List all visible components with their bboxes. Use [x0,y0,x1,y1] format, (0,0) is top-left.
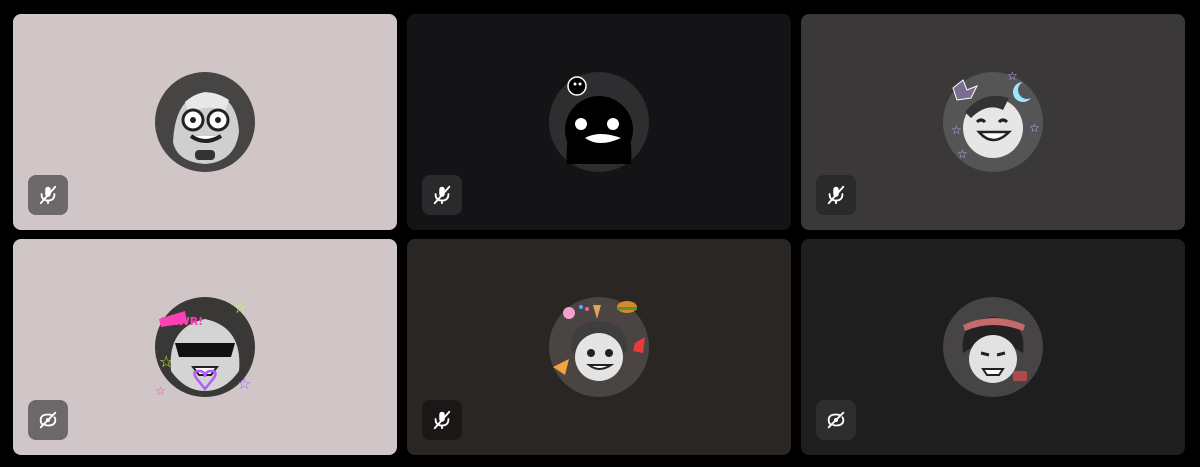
microphone-muted-icon[interactable] [816,175,856,215]
svg-text:RAWR!: RAWR! [161,315,203,328]
svg-text:☆: ☆ [951,123,962,137]
participant-tile[interactable] [407,239,791,455]
svg-text:☆: ☆ [159,352,173,371]
microphone-muted-icon[interactable] [422,175,462,215]
camera-off-icon[interactable] [28,400,68,440]
participant-tile[interactable] [801,239,1185,455]
camera-off-icon[interactable] [816,400,856,440]
participant-avatar [549,72,649,172]
svg-text:☆: ☆ [233,298,247,317]
microphone-muted-icon[interactable] [28,175,68,215]
svg-text:☆: ☆ [957,147,968,161]
participant-avatar: RAWR! ☆ ☆ ☆ ☆ [155,297,255,398]
participant-avatar [549,297,649,397]
microphone-muted-icon[interactable] [422,400,462,440]
participant-tile[interactable] [407,14,791,230]
participant-tile[interactable]: RAWR! ☆ ☆ ☆ ☆ [13,239,397,455]
svg-text:☆: ☆ [1007,69,1018,83]
participant-tile[interactable] [13,14,397,230]
participant-tile[interactable]: ☆ ☆ ☆ ☆ [801,14,1185,230]
participant-avatar [943,297,1043,397]
participant-avatar [155,72,255,172]
svg-text:☆: ☆ [155,384,166,398]
svg-text:☆: ☆ [237,374,251,393]
svg-text:☆: ☆ [1029,121,1040,135]
participant-avatar: ☆ ☆ ☆ ☆ [943,69,1043,172]
video-grid: ☆ ☆ ☆ ☆ RAWR! ☆ ☆ ☆ ☆ [13,14,1185,455]
